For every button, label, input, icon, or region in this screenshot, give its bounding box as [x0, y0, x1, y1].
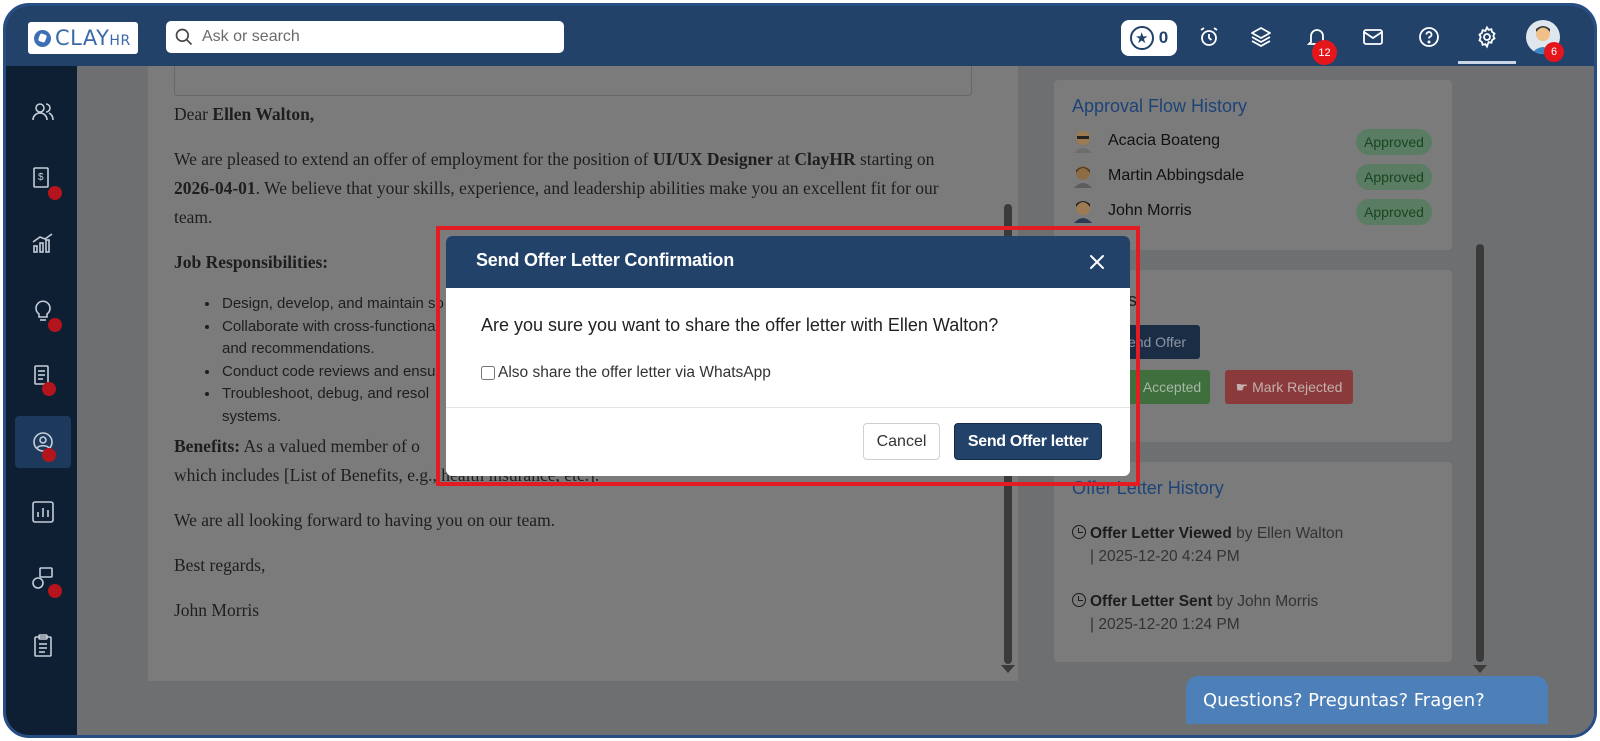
active-nav-underline [1458, 61, 1516, 64]
clock-icon [1072, 525, 1086, 539]
dialog-divider [446, 407, 1130, 408]
notification-dot [48, 186, 62, 200]
scroll-down-arrow[interactable] [1001, 665, 1015, 673]
alarm-clock-button[interactable] [1194, 22, 1224, 52]
whatsapp-label: Also share the offer letter via WhatsApp [498, 364, 771, 381]
sidebar-item-documents[interactable] [15, 350, 71, 402]
notification-dot [42, 382, 56, 396]
avatar-icon [1074, 201, 1092, 223]
bar-growth-icon [32, 233, 53, 253]
sidebar-item-payroll[interactable]: $ [15, 152, 71, 204]
history-panel: Offer Letter History Offer Letter Viewed… [1054, 462, 1452, 662]
approval-panel: Approval Flow History Acacia Boateng App… [1054, 80, 1452, 250]
sidebar-item-ideas[interactable] [15, 284, 71, 336]
approval-title: Approval Flow History [1072, 96, 1248, 116]
sidebar-item-assets[interactable] [15, 552, 71, 604]
logo-icon [34, 29, 51, 47]
close-button[interactable] [1086, 251, 1108, 273]
star-icon: ★ [1129, 26, 1154, 50]
closing-line: We are all looking forward to having you… [174, 510, 556, 530]
clipboard-icon [34, 634, 52, 657]
avatar-icon [1074, 166, 1092, 188]
search-icon [175, 28, 193, 46]
points-count: 0 [1158, 28, 1169, 47]
close-icon [1090, 255, 1104, 269]
scroll-down-arrow[interactable] [1473, 665, 1487, 673]
history-item: Offer Letter Viewed by Ellen Walton | 20… [1072, 522, 1343, 568]
intro-paragraph: We are pleased to extend an offer of emp… [174, 149, 939, 227]
approver-row: Acacia Boateng Approved [1072, 126, 1442, 156]
status-badge: Approved [1356, 164, 1432, 190]
clock-icon [1072, 593, 1086, 607]
thumbs-down-icon: ☛ [1235, 378, 1249, 395]
sidebar: $ [6, 66, 77, 735]
sidebar-item-reports[interactable] [15, 486, 71, 538]
sidebar-item-analytics[interactable] [15, 218, 71, 270]
people-icon [32, 103, 54, 121]
question-circle-icon [1419, 27, 1439, 47]
points-button[interactable]: ★ 0 [1121, 20, 1177, 56]
report-chart-icon [32, 501, 54, 523]
notification-dot [48, 318, 62, 332]
status-badge: Approved [1356, 199, 1432, 225]
dialog-header: Send Offer Letter Confirmation [446, 236, 1130, 288]
help-button[interactable] [1414, 22, 1444, 52]
search-box[interactable] [166, 21, 564, 53]
panel-scrollbar[interactable] [1476, 244, 1484, 662]
notification-dot [42, 448, 56, 462]
cancel-button[interactable]: Cancel [863, 423, 940, 460]
approver-row: John Morris Approved [1072, 196, 1442, 226]
salutation: Dear Ellen Walton, [174, 104, 315, 124]
settings-button[interactable] [1472, 22, 1502, 52]
messages-button[interactable] [1358, 22, 1388, 52]
search-input[interactable] [202, 28, 542, 46]
app-logo[interactable]: CLAYHR [28, 22, 138, 54]
notification-dot [48, 584, 62, 598]
dialog-title: Send Offer Letter Confirmation [476, 250, 735, 270]
layers-icon [1251, 27, 1271, 47]
sidebar-item-people[interactable] [15, 86, 71, 138]
layers-button[interactable] [1246, 22, 1276, 52]
app-window: CLAYHR ★ 0 12 [3, 3, 1597, 738]
help-chat-button[interactable]: Questions? Preguntas? Fragen? [1186, 676, 1548, 724]
gear-icon [1478, 25, 1496, 49]
logo-text: CLAYHR [55, 26, 131, 50]
sidebar-item-tasks[interactable] [15, 620, 71, 672]
avatar-icon [1074, 131, 1092, 153]
sidebar-item-recruiting[interactable] [15, 416, 71, 468]
svg-text:$: $ [38, 172, 44, 183]
notifications-badge: 12 [1312, 40, 1337, 65]
avatar-badge: 6 [1544, 42, 1564, 62]
alarm-clock-icon [1200, 27, 1218, 46]
history-item: Offer Letter Sent by John Morris | 2025-… [1072, 590, 1318, 636]
send-offer-letter-button[interactable]: Send Offer letter [954, 423, 1102, 460]
status-badge: Approved [1356, 129, 1432, 155]
mark-rejected-button[interactable]: ☛ Mark Rejected [1225, 370, 1353, 404]
whatsapp-checkbox[interactable] [481, 366, 495, 380]
signature: John Morris [174, 600, 260, 620]
letter-editor-box [174, 66, 972, 96]
top-bar: CLAYHR ★ 0 12 [6, 6, 1594, 66]
dialog-question: Are you sure you want to share the offer… [481, 315, 999, 335]
approver-row: Martin Abbingsdale Approved [1072, 161, 1442, 191]
send-offer-dialog: Send Offer Letter Confirmation Are you s… [446, 236, 1130, 476]
regards-line: Best regards, [174, 555, 266, 575]
whatsapp-option[interactable]: Also share the offer letter via WhatsApp [481, 364, 771, 382]
mail-icon [1363, 29, 1383, 45]
